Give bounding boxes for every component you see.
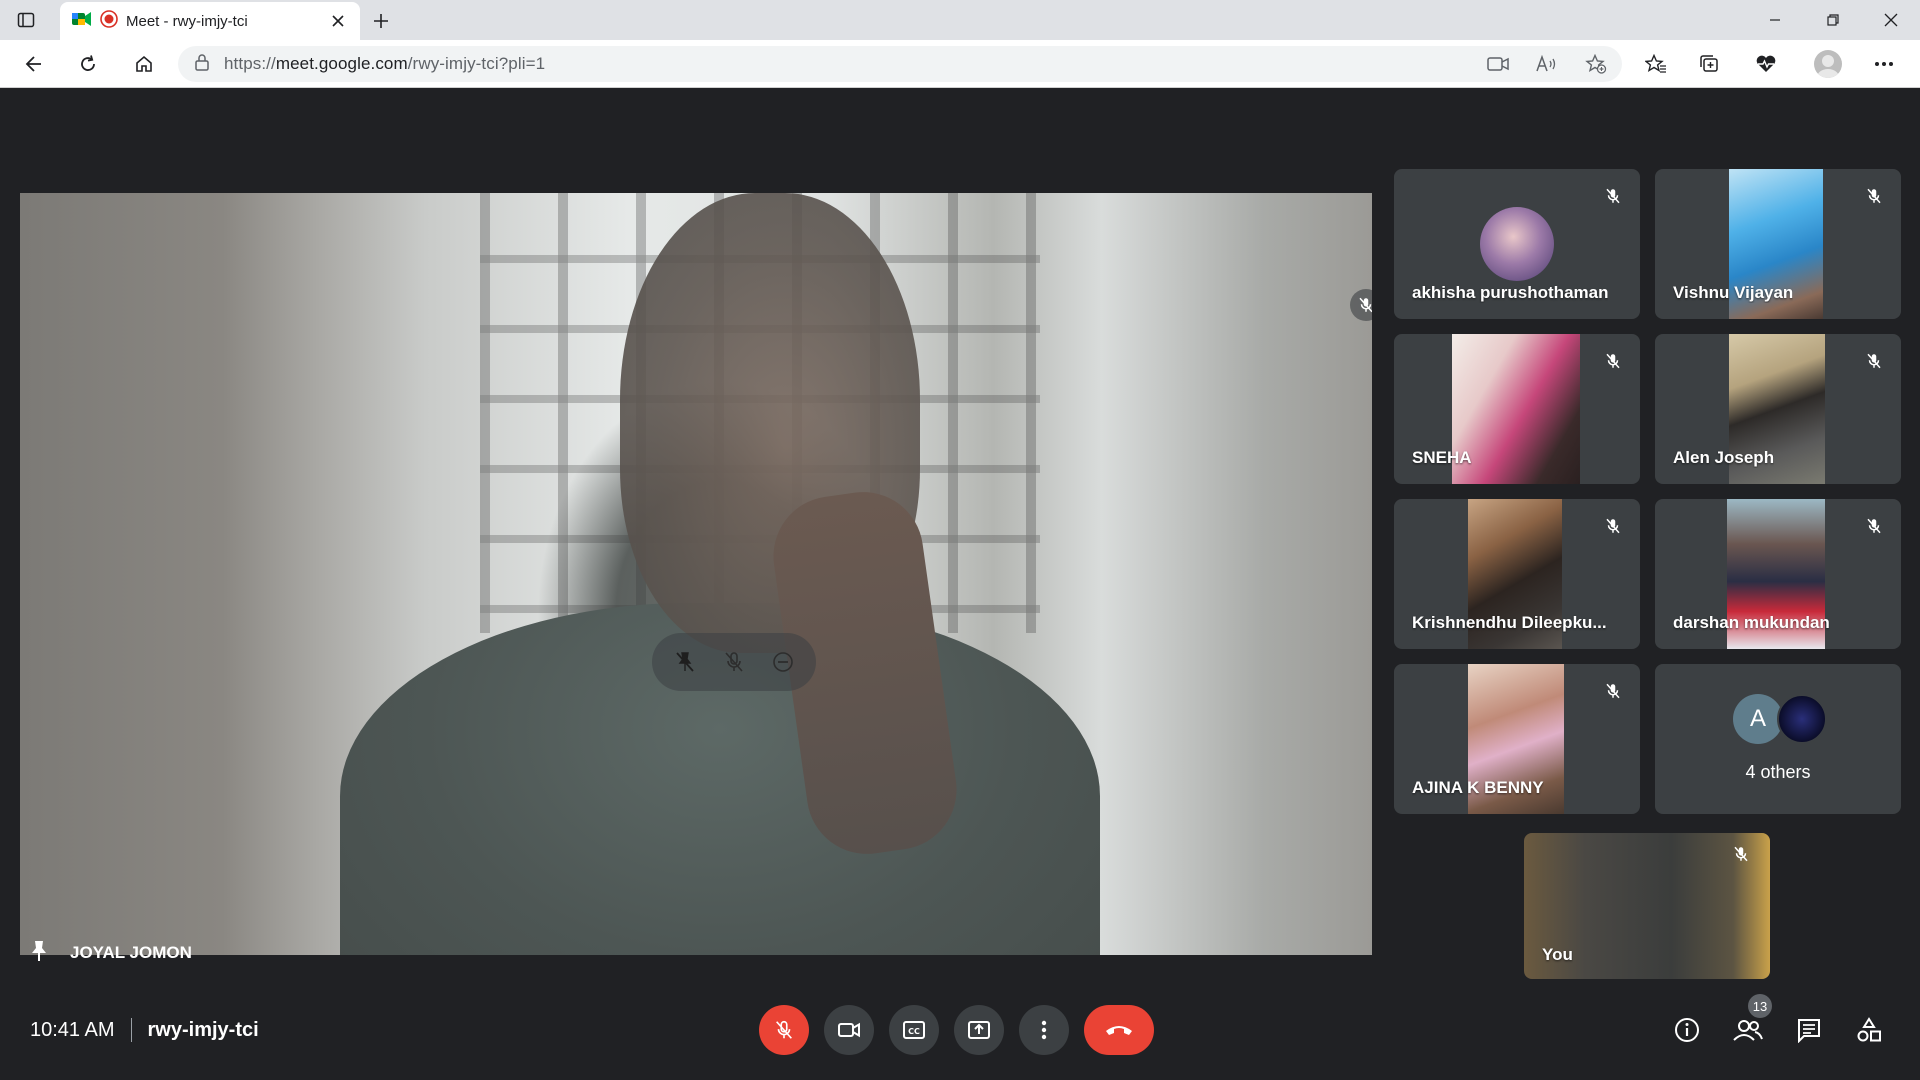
browser-essentials-icon[interactable] [1750,48,1782,80]
self-view-tile[interactable]: You [1524,833,1770,979]
browser-tab[interactable]: Meet - rwy-imjy-tci [60,2,360,40]
participant-tile[interactable]: Vishnu Vijayan [1655,169,1901,319]
others-label: 4 others [1745,762,1811,782]
camera-toggle-button[interactable] [824,1005,874,1055]
profile-avatar-icon[interactable] [1812,48,1844,80]
meeting-details-button[interactable] [1666,1009,1708,1051]
participant-name: Krishnendhu Dileepku... [1412,613,1607,632]
browser-toolbar: https://meet.google.com/rwy-imjy-tci?pli… [0,40,1920,88]
add-favorite-icon[interactable] [1580,48,1612,80]
read-aloud-icon[interactable] [1530,48,1562,80]
muted-mic-icon [1600,183,1626,209]
tile-hover-controls [652,633,816,691]
participant-tile[interactable]: darshan mukundan [1655,499,1901,649]
divider [130,1018,132,1042]
camera-permission-icon[interactable] [1482,48,1514,80]
tab-close-icon[interactable] [328,11,348,31]
collections-icon[interactable] [1694,48,1726,80]
muted-mic-icon [1861,513,1887,539]
participant-tile[interactable]: Alen Joseph [1655,334,1901,484]
tab-title: Meet - rwy-imjy-tci [126,12,248,30]
pin-icon[interactable] [30,939,48,968]
info-icon [1675,1018,1699,1042]
remove-participant-icon[interactable] [765,644,801,680]
pin-off-icon[interactable] [667,644,703,680]
minimize-icon[interactable] [1752,6,1798,34]
activities-button[interactable] [1848,1009,1890,1051]
self-muted-mic-icon [1728,841,1754,867]
meet-stage: JOYAL JOMON akhisha purushothaman Vishnu… [0,89,1920,1080]
new-tab-icon[interactable] [368,8,394,34]
participant-name: Vishnu Vijayan [1673,283,1794,302]
mic-off-icon [776,1020,792,1039]
activities-icon [1857,1017,1881,1042]
back-icon[interactable] [18,48,50,80]
mute-participant-icon[interactable] [716,644,752,680]
video-camera-icon [838,1022,860,1038]
others-avatar-image [1777,694,1827,744]
participant-avatar [1480,207,1554,281]
leave-call-button[interactable] [1084,1005,1154,1055]
main-speaker-name: JOYAL JOMON [70,943,192,962]
participant-name: akhisha purushothaman [1412,283,1609,302]
chat-button[interactable] [1788,1009,1830,1051]
present-screen-button[interactable] [954,1005,1004,1055]
muted-mic-icon [1600,678,1626,704]
others-avatar-letter: A [1733,694,1783,744]
tab-actions-icon[interactable] [14,8,38,32]
participant-name: Alen Joseph [1673,448,1775,467]
others-tile[interactable]: A 4 others [1655,664,1901,814]
main-speaker-video[interactable] [20,193,1372,955]
browser-tab-bar: Meet - rwy-imjy-tci [0,0,1920,40]
others-avatars: A [1733,694,1827,744]
main-speaker-label: JOYAL JOMON [30,939,192,967]
meet-logo-icon [72,10,92,33]
participant-tile[interactable]: akhisha purushothaman [1394,169,1640,319]
more-vert-icon [1041,1020,1047,1040]
participant-count-badge: 13 [1748,994,1772,1018]
close-window-icon[interactable] [1868,6,1914,34]
muted-mic-icon [1600,348,1626,374]
participant-tile[interactable]: SNEHA [1394,334,1640,484]
participant-name: darshan mukundan [1673,613,1830,632]
muted-mic-icon [1861,183,1887,209]
present-screen-icon [968,1021,990,1039]
more-options-icon[interactable] [1868,48,1900,80]
participant-tile[interactable]: Krishnendhu Dileepku... [1394,499,1640,649]
main-speaker-muted-icon [1350,289,1372,321]
favorites-icon[interactable] [1640,48,1672,80]
reload-icon[interactable] [72,48,104,80]
self-name: You [1542,945,1573,964]
participant-tile[interactable]: AJINA K BENNY [1394,664,1640,814]
people-icon [1733,1020,1763,1041]
microphone-toggle-button[interactable] [759,1005,809,1055]
muted-mic-icon [1600,513,1626,539]
address-bar[interactable]: https://meet.google.com/rwy-imjy-tci?pli… [178,46,1622,82]
meeting-info: 10:41 AM rwy-imjy-tci [30,1018,259,1042]
meeting-code: rwy-imjy-tci [147,1018,259,1041]
home-icon[interactable] [128,48,160,80]
participant-name: AJINA K BENNY [1412,778,1544,797]
muted-mic-icon [1861,348,1887,374]
recording-icon [100,9,118,33]
captions-button[interactable]: CC [889,1005,939,1055]
more-options-button[interactable] [1019,1005,1069,1055]
chat-icon [1798,1019,1820,1043]
lock-icon[interactable] [194,53,210,76]
url-text: https://meet.google.com/rwy-imjy-tci?pli… [224,54,546,73]
restore-icon[interactable] [1810,6,1856,34]
svg-text:CC: CC [908,1027,920,1036]
closed-captions-icon: CC [903,1021,925,1039]
current-time: 10:41 AM [30,1018,115,1041]
hang-up-icon [1106,1026,1132,1035]
participant-name: SNEHA [1412,448,1472,467]
